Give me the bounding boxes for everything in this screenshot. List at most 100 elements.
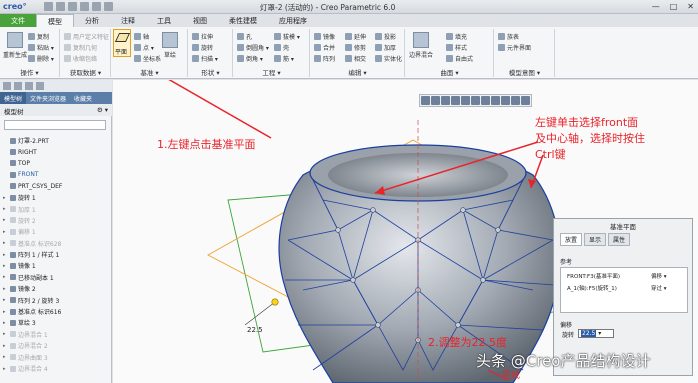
tree-item[interactable]: ▸ 已移动副本 1 xyxy=(3,272,111,283)
rotation-input[interactable]: 22.5 ▾ xyxy=(578,329,614,338)
redo-icon[interactable] xyxy=(92,2,101,11)
revolve-button[interactable]: 旋转 xyxy=(192,43,213,52)
shrinkwrap-button[interactable]: 收缩包络 xyxy=(64,54,97,63)
reference-front-option[interactable]: 偏移 ▾ xyxy=(651,272,667,280)
reference-front[interactable]: FRONT:F3(基准平面) xyxy=(567,272,620,280)
draft-button[interactable]: 拔模 ▾ xyxy=(274,32,300,41)
zoom-in-icon[interactable] xyxy=(431,96,440,105)
copy-geometry-button[interactable]: 复制几何 xyxy=(64,43,97,52)
group-label-datum[interactable]: 基准 ▾ xyxy=(112,67,187,77)
tree-item[interactable]: ▸ 偏移 1 xyxy=(3,226,111,237)
expand-arrow-icon[interactable]: ▸ xyxy=(3,297,8,303)
fill-button[interactable]: 填充 xyxy=(446,32,467,41)
extrude-button[interactable]: 拉伸 xyxy=(192,32,213,41)
zoom-out-icon[interactable] xyxy=(441,96,450,105)
thicken-button[interactable]: 加厚 xyxy=(375,43,396,52)
expand-arrow-icon[interactable]: ▸ xyxy=(3,309,8,315)
refit-icon[interactable] xyxy=(421,96,430,105)
tab-folder-browser[interactable]: 文件夹浏览器 xyxy=(26,92,70,104)
group-label-surfaces[interactable]: 曲面 ▾ xyxy=(406,67,493,77)
expand-arrow-icon[interactable]: ▸ xyxy=(3,263,8,269)
tree-item[interactable]: ▸ 边界混合 4 xyxy=(3,363,111,374)
tree-item[interactable]: FRONT xyxy=(3,169,111,180)
panel-tool-icon[interactable] xyxy=(3,82,11,90)
extend-button[interactable]: 延伸 xyxy=(345,32,366,41)
rib-button[interactable]: 筋 ▾ xyxy=(274,54,294,63)
freestyle-button[interactable]: 自由式 xyxy=(446,54,473,63)
group-label-shapes[interactable]: 形状 ▾ xyxy=(189,67,232,77)
view-manager-icon[interactable] xyxy=(481,96,490,105)
tree-item[interactable]: 灯罩-2.PRT xyxy=(3,135,111,146)
tree-item[interactable]: ▸ 边界曲面 3 xyxy=(3,351,111,362)
repaint-icon[interactable] xyxy=(451,96,460,105)
spin-center-icon[interactable] xyxy=(511,96,520,105)
tree-item[interactable]: ▸ 草绘 3 xyxy=(3,317,111,328)
tree-item[interactable]: ▸ 镜像 2 xyxy=(3,283,111,294)
project-button[interactable]: 投影 xyxy=(375,32,396,41)
undo-icon[interactable] xyxy=(80,2,89,11)
display-style-icon[interactable] xyxy=(461,96,470,105)
sketch-button[interactable]: 草绘 xyxy=(162,32,178,59)
solidify-button[interactable]: 实体化 xyxy=(375,54,402,63)
group-label-model-intent[interactable]: 模型意图 ▾ xyxy=(495,67,554,77)
maximize-button[interactable]: □ xyxy=(670,2,678,11)
hole-button[interactable]: 孔 xyxy=(237,32,252,41)
tab-file[interactable]: 文件 xyxy=(0,14,36,27)
tree-item[interactable]: ▸ 阵列 1 / 样式 1 xyxy=(3,249,111,260)
tree-item[interactable]: ▸ 旋转 2 xyxy=(3,215,111,226)
close-button[interactable]: ✕ xyxy=(687,2,694,11)
expand-arrow-icon[interactable]: ▸ xyxy=(3,252,8,258)
tab-view[interactable]: 视图 xyxy=(182,14,218,27)
axis-button[interactable]: 轴 xyxy=(134,32,149,41)
tree-search-input[interactable] xyxy=(4,120,106,130)
tab-analysis[interactable]: 分析 xyxy=(74,14,110,27)
tab-annotate[interactable]: 注释 xyxy=(110,14,146,27)
tree-settings-icon[interactable]: ⚙ ▾ xyxy=(97,106,108,114)
panel-tool-icon[interactable] xyxy=(25,82,33,90)
round-button[interactable]: 倒圆角 ▾ xyxy=(237,43,269,52)
save-icon[interactable] xyxy=(68,2,77,11)
reference-axis[interactable]: A_1(轴):F5(旋转_1) xyxy=(567,284,617,292)
sweep-button[interactable]: 扫描 ▾ xyxy=(192,54,218,63)
perspective-icon[interactable] xyxy=(521,96,530,105)
minimize-button[interactable]: — xyxy=(652,2,660,11)
group-label-get-data[interactable]: 获取数据 ▾ xyxy=(61,67,110,77)
panel-tool-icon[interactable] xyxy=(36,82,44,90)
delete-button[interactable]: 删除 ▾ xyxy=(28,54,54,63)
expand-arrow-icon[interactable]: ▸ xyxy=(3,320,8,326)
expand-arrow-icon[interactable]: ▸ xyxy=(3,354,8,360)
mirror-button[interactable]: 镜像 xyxy=(314,32,335,41)
paste-button[interactable]: 粘贴 ▾ xyxy=(28,43,54,52)
tab-model[interactable]: 模型 xyxy=(36,14,74,27)
tree-item[interactable]: ▸ 边界混合 1 xyxy=(3,329,111,340)
expand-arrow-icon[interactable]: ▸ xyxy=(3,206,8,212)
tree-item[interactable]: ▸ 基准点 标识628 xyxy=(3,238,111,249)
expand-arrow-icon[interactable]: ▸ xyxy=(3,240,8,246)
tree-item[interactable]: TOP xyxy=(3,158,111,169)
group-label-operations[interactable]: 操作 ▾ xyxy=(0,67,59,77)
intersect-button[interactable]: 相交 xyxy=(345,54,366,63)
boundary-blend-button[interactable]: 边界混合 xyxy=(409,32,433,59)
tab-favorites[interactable]: 收藏夹 xyxy=(70,92,96,104)
group-label-engineering[interactable]: 工程 ▾ xyxy=(234,67,309,77)
tree-item[interactable]: ▸ 边界混合 2 xyxy=(3,340,111,351)
point-button[interactable]: 点 ▾ xyxy=(134,43,154,52)
group-label-editing[interactable]: 编辑 ▾ xyxy=(311,67,404,77)
style-button[interactable]: 样式 xyxy=(446,43,467,52)
component-interface-button[interactable]: 元件界面 xyxy=(498,43,531,52)
new-icon[interactable] xyxy=(44,2,53,11)
pattern-button[interactable]: 阵列 xyxy=(314,54,335,63)
reference-axis-option[interactable]: 穿过 ▾ xyxy=(651,284,667,292)
copy-button[interactable]: 复制 xyxy=(28,32,49,41)
expand-arrow-icon[interactable]: ▸ xyxy=(3,229,8,235)
annotation-display-icon[interactable] xyxy=(501,96,510,105)
tree-item[interactable]: PRT_CSYS_DEF xyxy=(3,181,111,192)
tree-item[interactable]: ▸ 基准点 标识616 xyxy=(3,306,111,317)
open-icon[interactable] xyxy=(56,2,65,11)
datum-display-icon[interactable] xyxy=(491,96,500,105)
tree-item[interactable]: ▸ 镜像 1 xyxy=(3,260,111,271)
expand-arrow-icon[interactable]: ▸ xyxy=(3,366,8,372)
tree-item[interactable]: ▸ 阵列 2 / 旋转 3 xyxy=(3,294,111,305)
regenerate-button[interactable]: 重新生成 xyxy=(3,32,27,59)
expand-arrow-icon[interactable]: ▸ xyxy=(3,195,8,201)
